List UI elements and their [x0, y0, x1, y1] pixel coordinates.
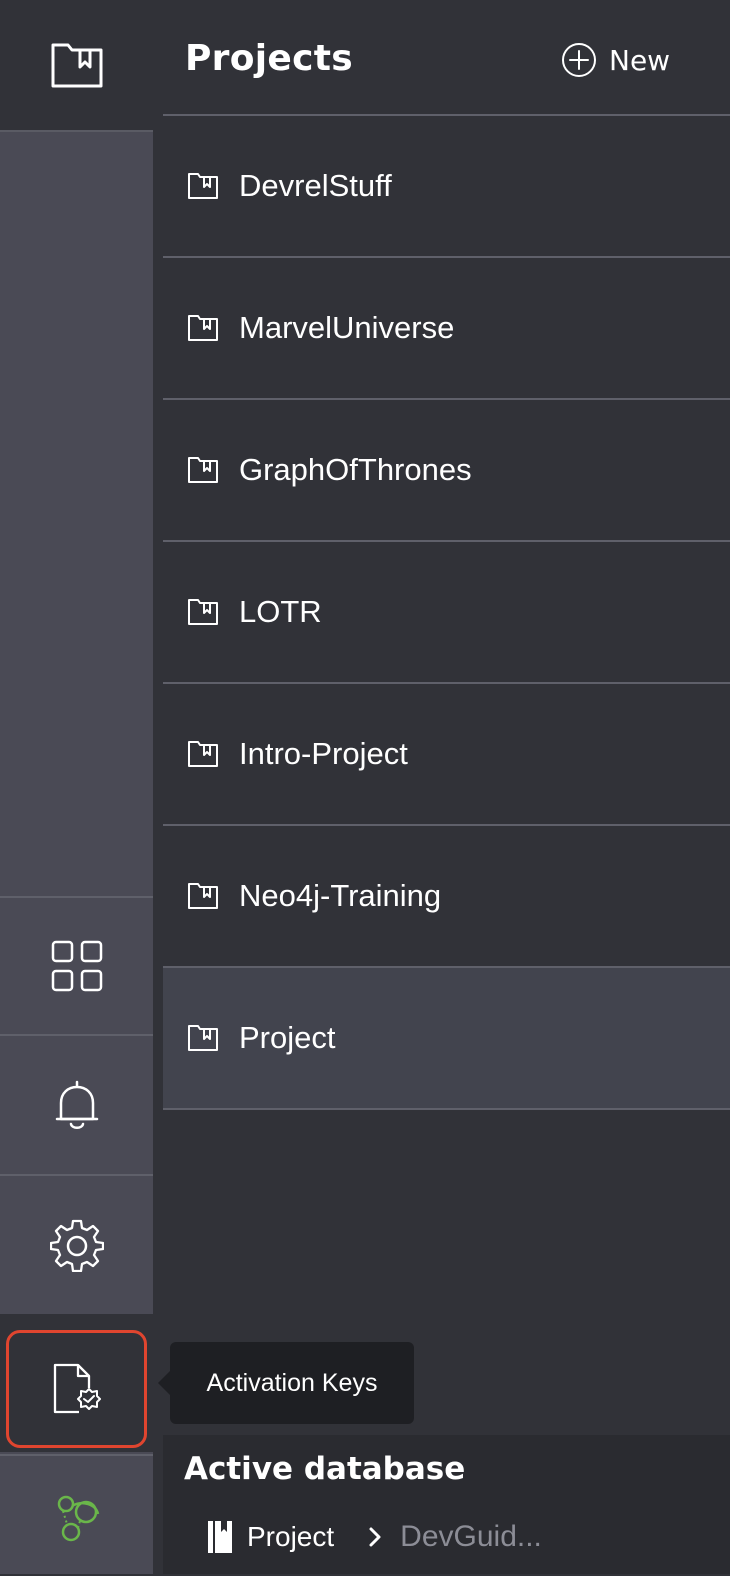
apps-grid-icon [51, 940, 103, 992]
project-folder-icon [187, 1024, 219, 1052]
neo4j-logo-icon [52, 1490, 102, 1542]
project-name: MarvelUniverse [239, 310, 455, 345]
project-row[interactable]: Neo4j-Training [163, 826, 730, 968]
project-folder-icon [187, 598, 219, 626]
sidebar [0, 0, 153, 1574]
sidebar-item-settings[interactable] [0, 1174, 153, 1314]
sidebar-item-notifications[interactable] [0, 1034, 153, 1174]
new-project-button[interactable]: New [561, 40, 670, 80]
sidebar-item-activation-keys[interactable] [6, 1330, 147, 1448]
activation-keys-icon [51, 1362, 103, 1416]
project-name: LOTR [239, 594, 322, 629]
active-database-heading: Active database [184, 1451, 466, 1487]
project-row[interactable]: Intro-Project [163, 684, 730, 826]
plus-circle-icon [561, 42, 597, 78]
page-title: Projects [185, 38, 354, 79]
notifications-bell-icon [54, 1079, 100, 1131]
project-book-icon [207, 1520, 233, 1554]
project-folder-icon [187, 740, 219, 768]
settings-gear-icon [49, 1218, 104, 1272]
sidebar-item-neo4j[interactable] [0, 1454, 153, 1576]
project-list: DevrelStuff MarvelUniverse GraphOfThrone… [163, 116, 730, 1110]
project-folder-icon [187, 314, 219, 342]
chevron-right-icon [368, 1526, 382, 1548]
project-folder-icon [187, 882, 219, 910]
project-name: DevrelStuff [239, 168, 392, 203]
projects-panel: Projects New DevrelStuff MarvelUniverse … [163, 0, 730, 1574]
breadcrumb-project[interactable]: Project [247, 1521, 334, 1553]
project-name: Project [239, 1020, 336, 1055]
new-project-label: New [609, 43, 671, 77]
project-folder-icon [187, 456, 219, 484]
activation-keys-tooltip: Activation Keys [158, 1342, 414, 1424]
sidebar-item-apps[interactable] [0, 896, 153, 1034]
active-database-panel: Active database Project DevGuid... [163, 1435, 730, 1574]
project-name: GraphOfThrones [239, 452, 472, 487]
projects-folder-icon [50, 41, 104, 89]
project-folder-icon [187, 172, 219, 200]
project-name: Intro-Project [239, 736, 408, 771]
project-row[interactable]: LOTR [163, 542, 730, 684]
project-row[interactable]: GraphOfThrones [163, 400, 730, 542]
projects-header: Projects New [163, 0, 730, 116]
project-name: Neo4j-Training [239, 878, 442, 913]
breadcrumb-database[interactable]: DevGuid... [400, 1520, 542, 1554]
project-row[interactable]: DevrelStuff [163, 116, 730, 258]
project-row[interactable]: MarvelUniverse [163, 258, 730, 400]
breadcrumb: Project DevGuid... [207, 1517, 542, 1557]
sidebar-item-projects[interactable] [0, 0, 153, 132]
project-row-selected[interactable]: Project [163, 968, 730, 1110]
